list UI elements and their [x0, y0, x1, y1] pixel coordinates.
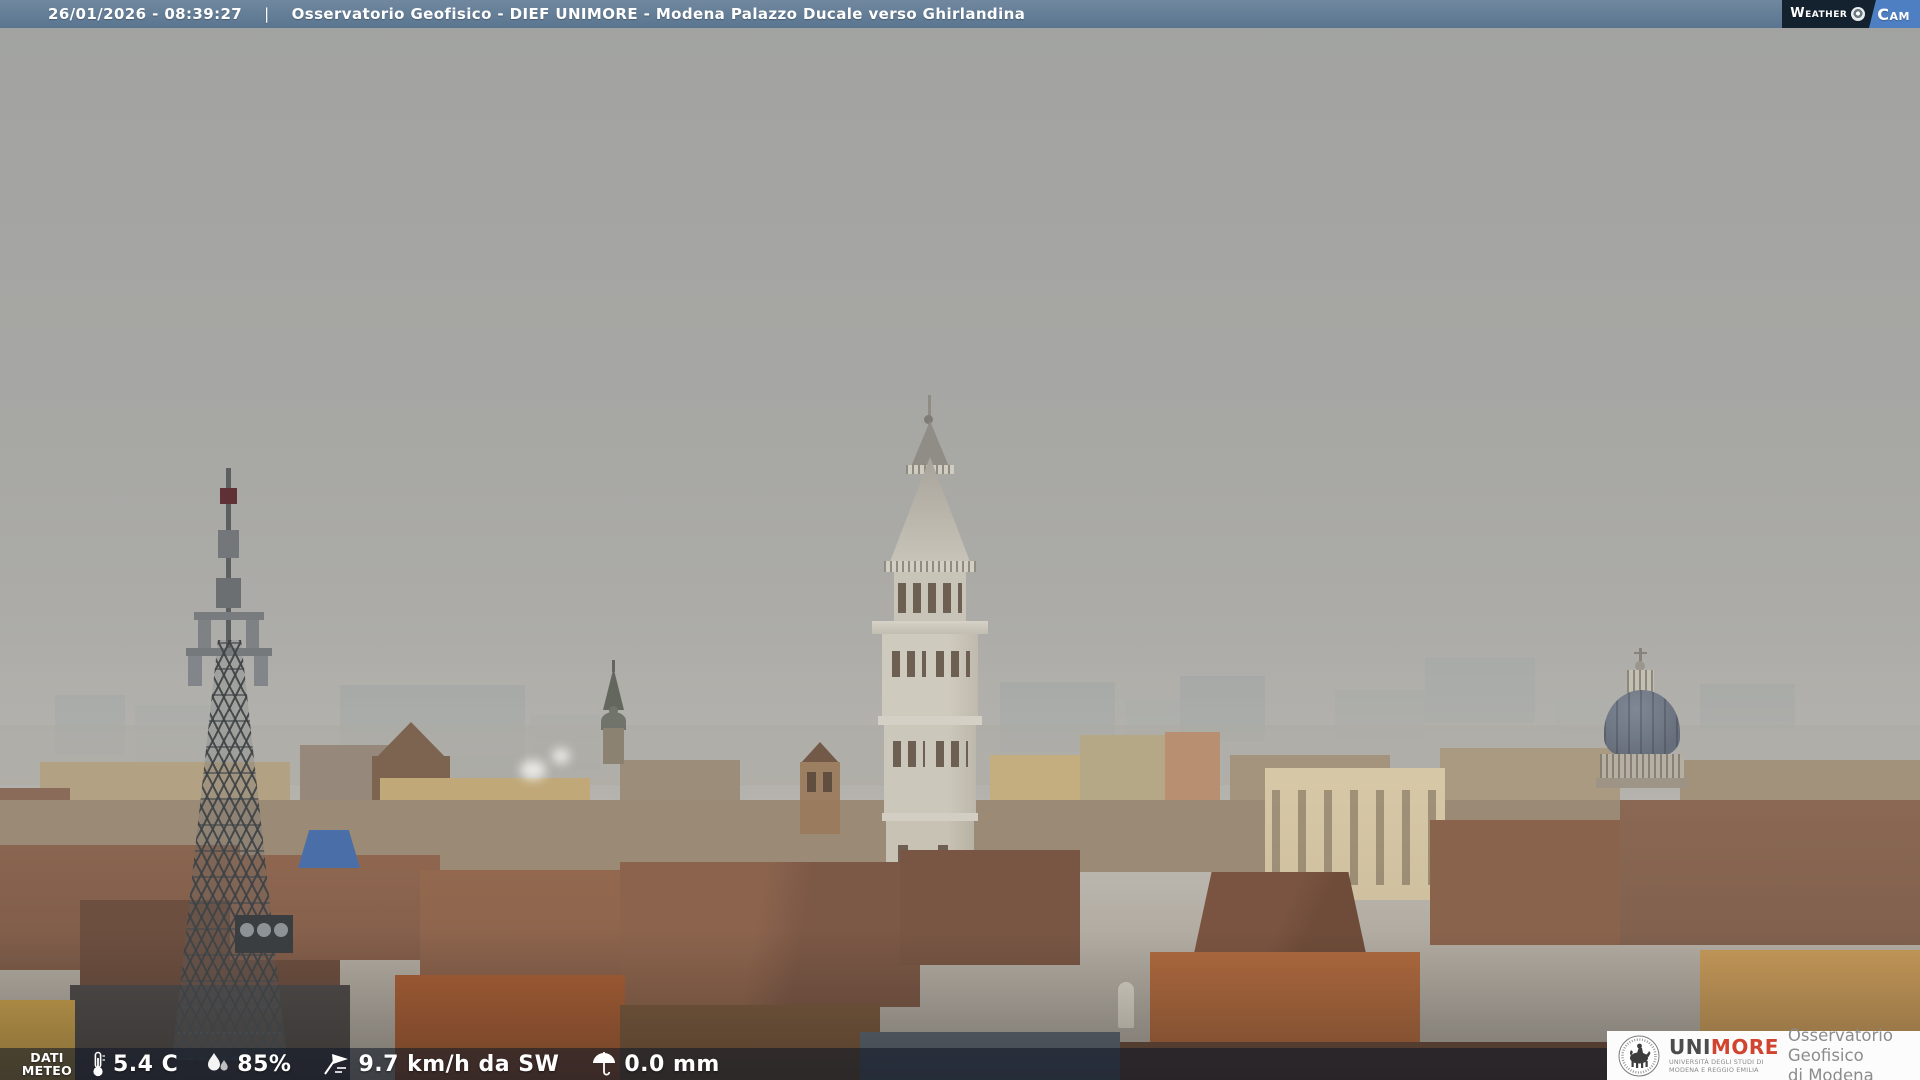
camera-title: Osservatorio Geofisico - DIEF UNIMORE - …: [292, 5, 1026, 23]
temperature-reading: 5.4 C: [90, 1051, 178, 1078]
unimore-name-uni: UNI: [1669, 1035, 1711, 1059]
wind-value: 9.7 km/h da SW: [358, 1052, 559, 1077]
unimore-seal-logo: [1618, 1035, 1660, 1077]
humidity-reading: 85%: [204, 1051, 291, 1077]
unimore-subtitle: UNIVERSITÀ DEGLI STUDI DI MODENA E REGGI…: [1669, 1059, 1779, 1074]
umbrella-icon: [591, 1051, 617, 1077]
rain-reading: 0.0 mm: [591, 1051, 719, 1077]
unimore-name: UNIMORE: [1669, 1037, 1779, 1057]
top-info-bar: 26/01/2026 - 08:39:27 | Osservatorio Geo…: [0, 0, 1920, 28]
building-block: [1080, 735, 1170, 807]
antenna-tower: [150, 460, 310, 1060]
unimore-name-more: MORE: [1711, 1035, 1779, 1059]
webcam-photo: [0, 0, 1920, 1080]
unimore-subtitle-line2: MODENA E REGGIO EMILIA: [1669, 1067, 1779, 1074]
church-spire: [596, 660, 632, 764]
humidity-value: 85%: [237, 1052, 291, 1077]
humidity-drops-icon: [204, 1051, 230, 1077]
rain-value: 0.0 mm: [624, 1052, 719, 1077]
roof: [1430, 820, 1630, 945]
timestamp: 26/01/2026 - 08:39:27: [48, 5, 242, 23]
church-dome: [1596, 648, 1688, 788]
dati-meteo-label: DATI METEO: [16, 1051, 78, 1077]
wind-anemometer-icon: [321, 1051, 351, 1077]
weathercam-logo-cam: Cam: [1877, 5, 1910, 24]
separator: |: [264, 5, 269, 23]
observatory-name: Osservatorio Geofisico di Modena: [1788, 1026, 1920, 1080]
weathercam-logo[interactable]: Weather Cam: [1782, 0, 1920, 28]
unimore-wordmark: UNIMORE UNIVERSITÀ DEGLI STUDI DI MODENA…: [1669, 1037, 1779, 1074]
antenna-vent-box: [235, 915, 293, 953]
unimore-credit-box[interactable]: UNIMORE UNIVERSITÀ DEGLI STUDI DI MODENA…: [1607, 1031, 1920, 1080]
palazzo-windows: [1272, 790, 1438, 885]
observatory-name-line1: Osservatorio Geofisico: [1788, 1026, 1920, 1066]
chimney-smoke: [552, 748, 570, 764]
thermometer-icon: [90, 1051, 106, 1078]
dati-label-line2: METEO: [22, 1064, 72, 1077]
wind-reading: 9.7 km/h da SW: [321, 1051, 559, 1077]
antenna-lattice: [172, 640, 287, 1060]
temperature-value: 5.4 C: [113, 1052, 178, 1077]
observatory-name-line2: di Modena: [1788, 1066, 1920, 1080]
roof: [1620, 800, 1920, 945]
webcam-page: 26/01/2026 - 08:39:27 | Osservatorio Geo…: [0, 0, 1920, 1080]
camera-lens-icon: [1851, 7, 1865, 21]
weathercam-logo-weather: Weather: [1790, 0, 1847, 28]
spire-cone: [888, 457, 972, 567]
weathercam-logo-cam-badge: Cam: [1869, 0, 1920, 28]
chimney-smoke: [520, 760, 546, 780]
bell-tower: [800, 742, 840, 834]
